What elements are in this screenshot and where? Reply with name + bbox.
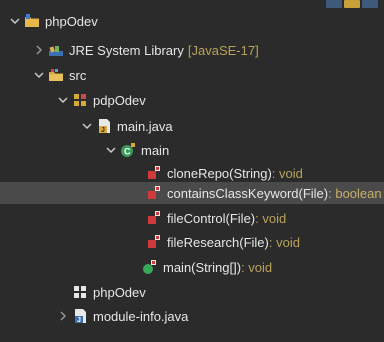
chevron-down-icon[interactable] [8,14,22,28]
method-name: cloneRepo(String) [167,165,272,181]
tree-item-jre-library[interactable]: JRE System Library [JavaSE-17] [0,39,384,61]
collapse-all-icon[interactable] [326,0,342,8]
chevron-right-icon[interactable] [56,309,70,323]
tree-item-file[interactable]: J main.java [0,115,384,137]
tree-item-method[interactable]: main(String[]) : void [0,256,384,278]
tree-item-src[interactable]: src [0,64,384,86]
link-with-editor-icon[interactable] [344,0,360,8]
package-icon [72,92,88,108]
tree-item-label: main [141,142,170,158]
tree-item-method[interactable]: fileResearch(File) : void [0,231,384,253]
chevron-down-icon[interactable] [32,68,46,82]
tree-item-label: phpOdev [45,13,98,29]
tree-item-method[interactable]: cloneRepo(String) : void [0,162,384,184]
project-folder-icon [24,13,40,29]
private-method-icon [146,165,162,181]
chevron-down-icon[interactable] [56,93,70,107]
tree-item-label: phpOdev [93,284,146,300]
tree-item-class[interactable]: C main [0,139,384,161]
method-return-type: : boolean [328,185,382,201]
tree-item-label: module-info.java [93,308,189,324]
method-name: fileResearch(File) [167,234,269,250]
method-return-type: : void [271,165,303,181]
method-return-type: : void [268,234,300,250]
view-menu-icon[interactable] [362,0,378,8]
svg-text:J: J [77,317,81,324]
svg-text:C: C [124,147,131,157]
jre-version-decoration: [JavaSE-17] [187,42,259,58]
chevron-right-icon[interactable] [32,43,46,57]
method-name: containsClassKeyword(File) [167,185,329,201]
library-icon [48,42,64,58]
method-name: main(String[]) [163,259,242,275]
tree-item-label: pdpOdev [93,92,146,108]
svg-text:J: J [101,127,105,134]
java-file-icon: J [96,118,112,134]
private-method-icon [146,234,162,250]
java-file-icon: J [72,308,88,324]
tree-item-label: main.java [117,118,173,134]
tree-item-label: src [69,67,87,83]
tree-item-method-selected[interactable]: containsClassKeyword(File) : boolean [0,182,384,204]
chevron-down-icon[interactable] [104,143,118,157]
view-toolbar [320,0,384,8]
method-name: fileControl(File) [167,210,256,226]
tree-item-default-package[interactable]: phpOdev [0,281,384,303]
tree-item-module-info[interactable]: J module-info.java [0,305,384,327]
package-icon [72,284,88,300]
chevron-down-icon[interactable] [80,119,94,133]
method-return-type: : void [241,259,273,275]
source-folder-icon [48,67,64,83]
private-method-icon [146,210,162,226]
method-return-type: : void [255,210,287,226]
tree-item-project[interactable]: phpOdev [0,10,384,32]
public-static-method-icon [142,259,158,275]
tree-item-package[interactable]: pdpOdev [0,89,384,111]
class-icon: C [120,142,136,158]
private-method-icon [146,185,162,201]
tree-item-method[interactable]: fileControl(File) : void [0,207,384,229]
tree-item-label: JRE System Library [69,42,184,58]
